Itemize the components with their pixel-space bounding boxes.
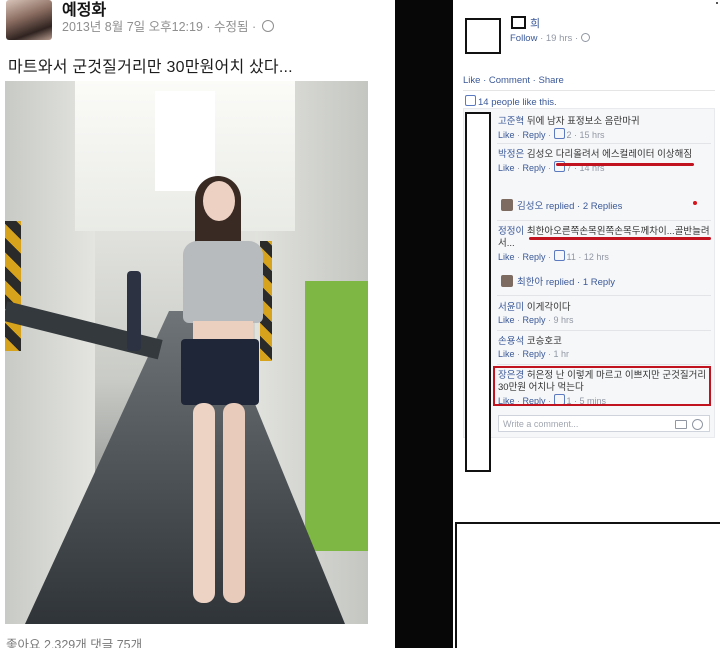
redacted-box (455, 522, 720, 648)
comment-meta: Like · Reply · 2 · 15 hrs (498, 128, 605, 140)
comment-author[interactable]: 정정이 (498, 226, 524, 237)
comment: 서윤미 이게각이다 Like · Reply · 9 hrs (498, 302, 710, 327)
follow-line: Follow · 19 hrs · (510, 33, 590, 44)
thumbs-up-icon (553, 128, 565, 139)
redacted-avatar (465, 18, 501, 54)
divider-line (463, 90, 715, 91)
comment-author[interactable]: 고준혁 (498, 116, 524, 127)
comment-text: 이게각이다 (526, 302, 571, 313)
globe-icon (580, 33, 590, 42)
reply-link[interactable]: Reply (523, 252, 546, 262)
photo-woman-leg (193, 403, 215, 603)
like-link[interactable]: Like (498, 130, 515, 140)
like-count: 2 (566, 130, 572, 140)
likes-count[interactable]: 14 people like this. (465, 95, 557, 108)
post-actions[interactable]: Like · Comment · Share (463, 75, 564, 86)
like-link[interactable]: Like (498, 252, 515, 262)
comment-input[interactable]: Write a comment... (498, 415, 710, 432)
post-text: 마트와서 군것질거리만 30만원어치 샀다... (8, 59, 293, 76)
camera-icon[interactable] (675, 420, 687, 429)
follow-link[interactable]: Follow (510, 33, 537, 44)
redacted-avatars-bar (465, 112, 491, 472)
comment-text: 뒤에 남자 표정보소 음란마귀 (526, 116, 640, 127)
comment-meta: Like · Reply · 1 hr (498, 349, 570, 359)
highlight-underline (556, 163, 694, 166)
replies-link[interactable]: 최한아 replied · 1 Reply (501, 274, 615, 288)
photo-hazard-stripe (5, 221, 21, 351)
menu-dot[interactable] (716, 2, 718, 4)
comment: 박정은 김성오 다리올려서 에스컬레이터 이상해짐 Like · Reply ·… (498, 149, 710, 175)
poster-name-suffix[interactable]: 희 (530, 15, 540, 31)
comment-text: 코승호코 (526, 336, 562, 347)
reply-link[interactable]: Reply (523, 315, 546, 325)
post-photo[interactable] (5, 81, 368, 624)
comment-author[interactable]: 서윤미 (498, 302, 524, 313)
thumbs-up-icon (553, 250, 565, 261)
comment-time[interactable]: 12 hrs (584, 252, 609, 262)
photo-light (155, 91, 215, 191)
redacted-name (511, 16, 526, 29)
post-time[interactable]: · 19 hrs · (537, 33, 580, 44)
avatar (501, 275, 513, 287)
photo-woman-skirt (181, 339, 259, 405)
post-meta: 2013년 8월 7일 오후12:19 · 수정됨 · (62, 16, 274, 35)
comment-divider (497, 143, 711, 144)
original-post: 예정화 2013년 8월 7일 오후12:19 · 수정됨 · 마트와서 군것질… (0, 0, 395, 648)
comment-placeholder: Write a comment... (503, 419, 579, 429)
photo-woman-leg (223, 403, 245, 603)
like-link[interactable]: Like (498, 349, 515, 359)
comment-time[interactable]: 9 hrs (554, 315, 574, 325)
photo-ceiling (75, 81, 295, 231)
highlight-underline (529, 237, 711, 240)
comment-divider (497, 330, 711, 331)
comment-text: 김성오 다리올려서 에스컬레이터 이상해짐 (526, 149, 693, 160)
like-count: 11 (566, 252, 576, 262)
photo-woman-top (183, 241, 263, 323)
shared-post: 희 Follow · 19 hrs · Like · Comment · Sha… (453, 0, 720, 648)
post-timestamp[interactable]: 2013년 8월 7일 오후12:19 · 수정됨 · (62, 20, 256, 34)
thumbs-up-icon (465, 95, 476, 106)
globe-icon (261, 20, 274, 32)
comment: 정정이 최한아오른쪽손목왼쪽손목두께차이...골반늘려서... Like · R… (498, 226, 710, 264)
comment-divider (497, 295, 711, 296)
avatar[interactable] (6, 0, 52, 40)
reply-link[interactable]: Reply (523, 163, 546, 173)
emoji-icon[interactable] (692, 419, 703, 430)
like-link[interactable]: Like (498, 315, 515, 325)
reply-text[interactable]: 김성오 replied · 2 Replies (517, 201, 622, 212)
reply-link[interactable]: Reply (523, 349, 546, 359)
divider-bar (395, 0, 453, 648)
comment-author[interactable]: 박정은 (498, 149, 524, 160)
photo-woman-waist (193, 321, 253, 341)
reply-link[interactable]: Reply (523, 130, 546, 140)
photo-green-panel (305, 281, 368, 551)
comment-time[interactable]: 15 hrs (580, 130, 605, 140)
highlight-dot (693, 201, 697, 205)
comment-meta: Like · Reply · 11 · 12 hrs (498, 250, 609, 262)
like-link[interactable]: Like (498, 163, 515, 173)
comment-time[interactable]: 1 hr (554, 349, 570, 359)
comment: 손용석 코승호코 Like · Reply · 1 hr (498, 336, 710, 361)
highlight-box (493, 366, 711, 406)
comment-divider (497, 364, 711, 365)
photo-man (127, 271, 141, 351)
comment: 고준혁 뒤에 남자 표정보소 음란마귀 Like · Reply · 2 · 1… (498, 116, 710, 142)
reply-text[interactable]: 최한아 replied · 1 Reply (517, 277, 615, 288)
comment-author[interactable]: 손용석 (498, 336, 524, 347)
likes-count-text[interactable]: 14 people like this. (478, 97, 557, 108)
comment-meta: Like · Reply · 9 hrs (498, 315, 574, 325)
avatar (501, 199, 513, 211)
photo-woman-head (203, 181, 235, 221)
replies-link[interactable]: 김성오 replied · 2 Replies (501, 198, 622, 212)
comment-divider (497, 220, 711, 221)
post-reactions[interactable]: 좋아요 2,329개 댓글 75개 (6, 634, 142, 648)
